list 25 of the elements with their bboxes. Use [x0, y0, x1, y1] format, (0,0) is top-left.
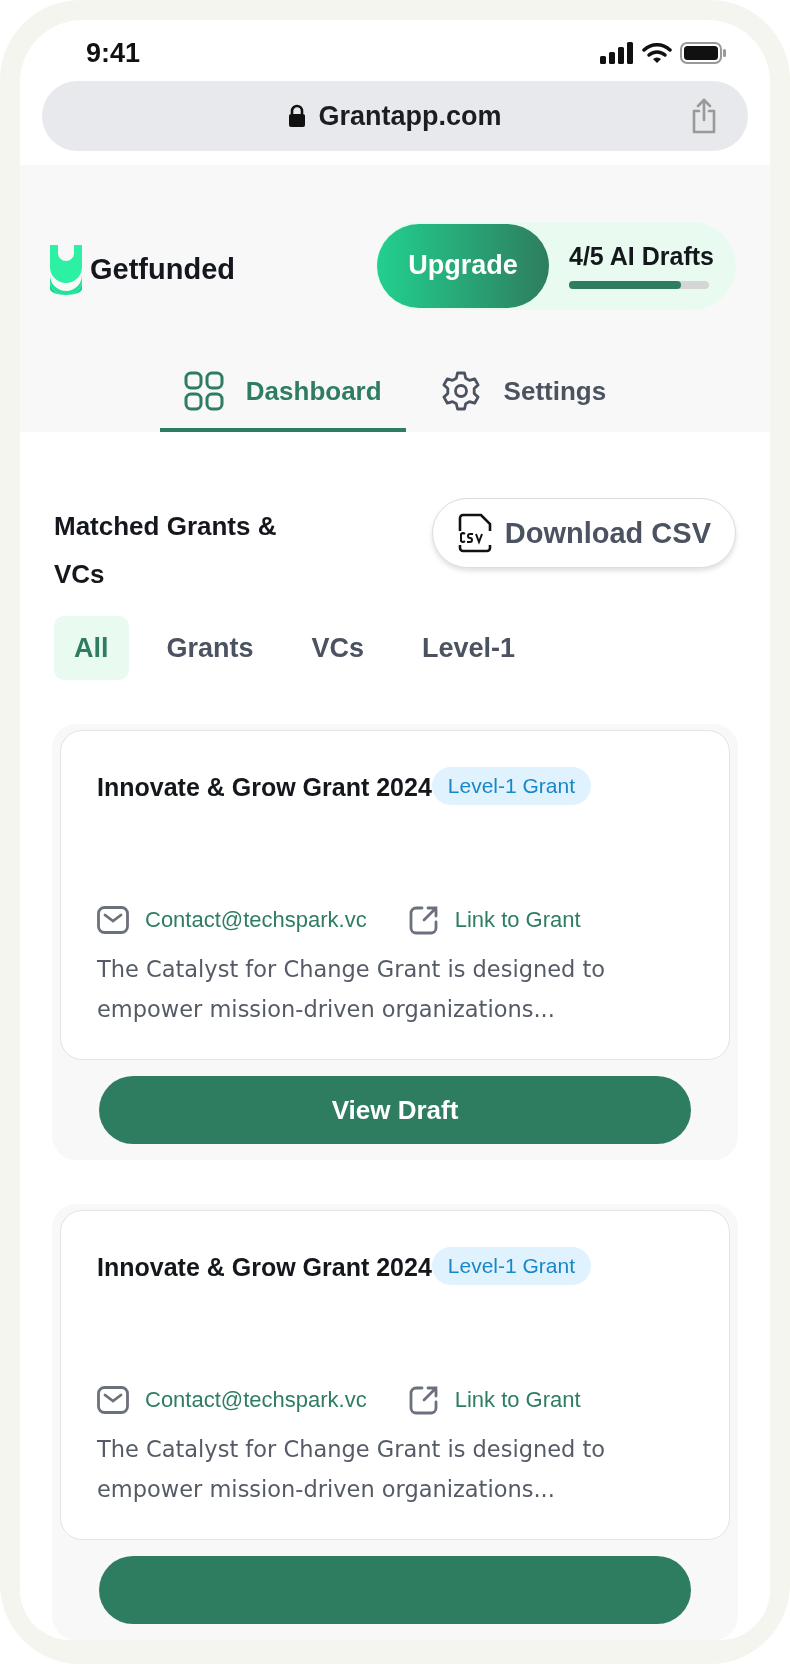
grant-description: The Catalyst for Change Grant is designed to empower mission-driven organizations...: [97, 955, 607, 1024]
section-title: Matched Grants & VCs: [54, 510, 278, 591]
filter-chip[interactable]: Level-1: [402, 616, 536, 680]
status-time: 9:41: [86, 38, 141, 70]
level-badge: Level-1 Grant: [431, 767, 592, 805]
upgrade-button[interactable]: Upgrade: [377, 223, 549, 308]
grant-link[interactable]: Link to Grant: [454, 1387, 581, 1413]
app-name: Getfunded: [90, 253, 235, 287]
view-draft-button[interactable]: View Draft: [99, 1076, 691, 1144]
nav-tab[interactable]: Settings: [415, 354, 631, 432]
filter-chip[interactable]: All: [54, 616, 129, 680]
url-text: Grantapp.com: [318, 100, 502, 132]
filter-chip[interactable]: Grants: [146, 616, 274, 680]
address-bar[interactable]: Grantapp.com: [42, 81, 748, 152]
download-csv-button[interactable]: Download CSV: [431, 498, 736, 568]
drafts-count: 4/5 AI Drafts: [569, 242, 714, 272]
grant-link[interactable]: Link to Grant: [454, 907, 581, 933]
email-link[interactable]: Contact@techspark.vc: [145, 1387, 367, 1413]
grant-title: Innovate & Grow Grant 2024: [97, 773, 432, 802]
email-link[interactable]: Contact@techspark.vc: [145, 907, 367, 933]
level-badge: Level-1 Grant: [431, 1247, 592, 1285]
filter-chip[interactable]: VCs: [291, 616, 385, 680]
nav-tab[interactable]: Dashboard: [159, 354, 406, 432]
grant-description: The Catalyst for Change Grant is designed to empower mission-driven organizations...: [97, 1435, 607, 1504]
grant-title: Innovate & Grow Grant 2024: [97, 1253, 432, 1282]
